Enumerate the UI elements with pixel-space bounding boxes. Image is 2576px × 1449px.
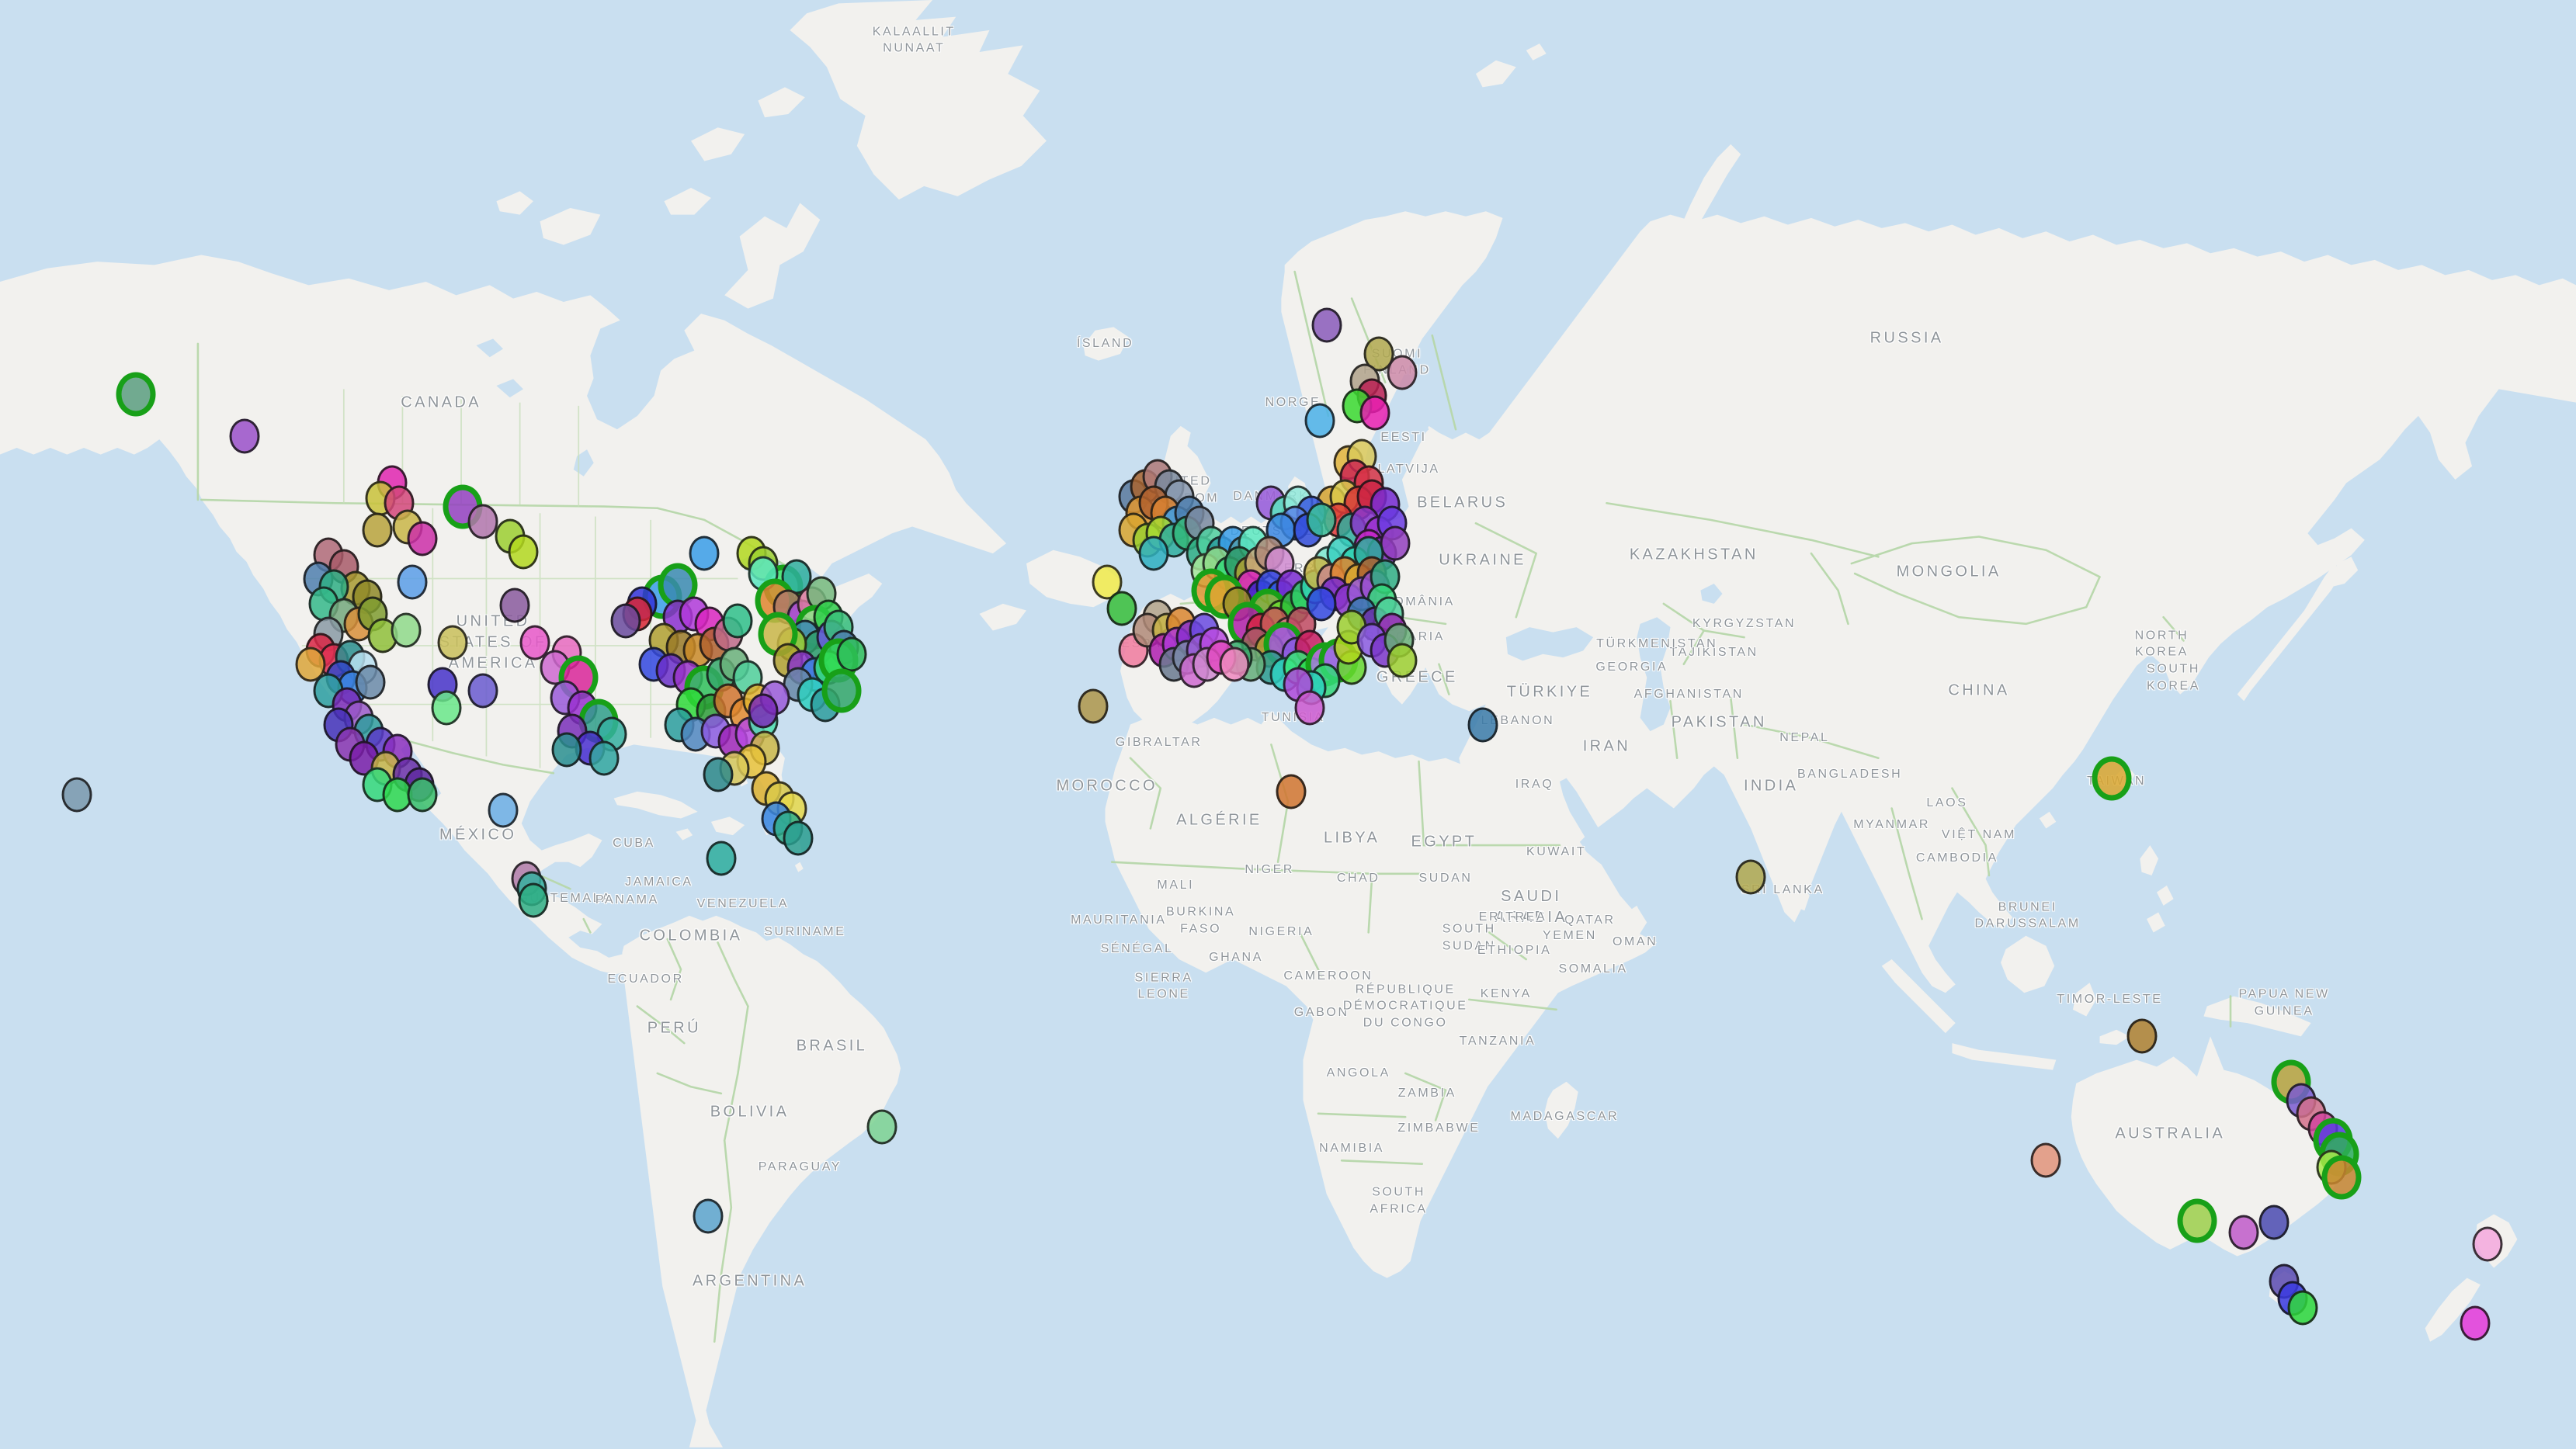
map-marker[interactable]	[1307, 502, 1337, 537]
map-marker[interactable]	[488, 792, 519, 827]
map-marker[interactable]	[2092, 756, 2131, 800]
map-marker[interactable]	[703, 757, 733, 792]
map-marker[interactable]	[2259, 1205, 2290, 1240]
map-marker[interactable]	[2031, 1143, 2061, 1178]
map-marker[interactable]	[2287, 1291, 2317, 1326]
map-marker[interactable]	[1107, 591, 1137, 626]
map-marker[interactable]	[2126, 1019, 2157, 1054]
map-marker[interactable]	[500, 588, 530, 623]
map-marker[interactable]	[468, 674, 498, 709]
map-marker[interactable]	[1139, 536, 1169, 571]
map-marker[interactable]	[837, 636, 867, 671]
map-marker[interactable]	[822, 669, 862, 713]
map-marker[interactable]	[408, 521, 438, 556]
map-marker[interactable]	[408, 778, 438, 813]
map-marker[interactable]	[1219, 647, 1249, 681]
markers-layer	[0, 0, 2576, 1449]
map-marker[interactable]	[1380, 526, 1411, 561]
map-marker[interactable]	[867, 1110, 897, 1145]
map-marker[interactable]	[1311, 308, 1342, 343]
map-marker[interactable]	[706, 841, 736, 876]
map-marker[interactable]	[2321, 1155, 2361, 1199]
map-marker[interactable]	[552, 732, 582, 767]
map-marker[interactable]	[610, 603, 641, 638]
map-marker[interactable]	[518, 883, 548, 918]
map-marker[interactable]	[783, 821, 814, 856]
map-marker[interactable]	[1276, 774, 1307, 809]
map-marker[interactable]	[438, 625, 468, 660]
map-marker[interactable]	[2460, 1305, 2491, 1340]
map-marker[interactable]	[2472, 1227, 2502, 1262]
map-marker[interactable]	[1736, 860, 1766, 895]
map-marker[interactable]	[1295, 690, 1325, 725]
map-marker[interactable]	[62, 778, 92, 813]
map-marker[interactable]	[723, 603, 753, 638]
map-marker[interactable]	[1078, 688, 1109, 723]
map-marker[interactable]	[1305, 404, 1335, 439]
map-marker[interactable]	[1387, 355, 1417, 390]
map-marker[interactable]	[391, 613, 421, 648]
map-marker[interactable]	[116, 372, 155, 416]
world-map-canvas[interactable]: World map with colored location markers	[0, 0, 2576, 1449]
map-marker[interactable]	[363, 512, 393, 547]
map-marker[interactable]	[748, 694, 778, 729]
map-marker[interactable]	[693, 1198, 723, 1233]
map-marker[interactable]	[468, 504, 498, 539]
map-marker[interactable]	[1387, 643, 1417, 678]
map-marker[interactable]	[588, 740, 619, 775]
map-marker[interactable]	[2177, 1199, 2217, 1243]
map-marker[interactable]	[398, 564, 428, 599]
map-marker[interactable]	[1360, 395, 1390, 430]
map-marker[interactable]	[1307, 586, 1337, 621]
map-marker[interactable]	[230, 418, 260, 453]
map-marker[interactable]	[431, 690, 461, 725]
map-marker[interactable]	[1467, 707, 1498, 742]
map-marker[interactable]	[508, 534, 538, 569]
map-marker[interactable]	[689, 536, 720, 571]
map-marker[interactable]	[2229, 1215, 2259, 1250]
